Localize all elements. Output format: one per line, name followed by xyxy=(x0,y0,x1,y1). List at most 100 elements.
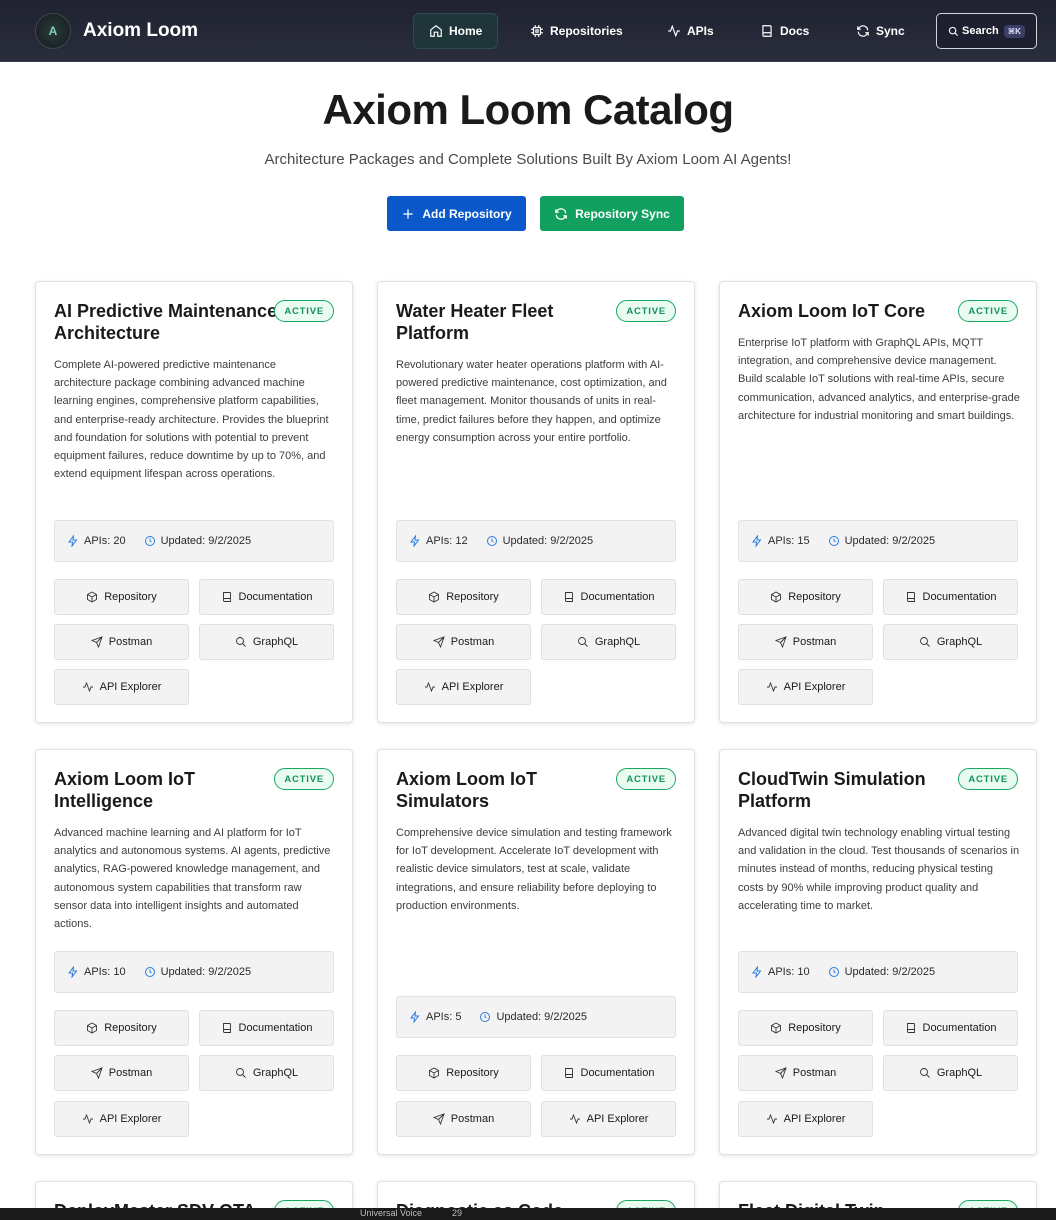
plus-icon xyxy=(403,208,413,219)
add-repository-label: Add Repository xyxy=(422,206,512,221)
api-explorer-button[interactable]: API Explorer xyxy=(541,1101,676,1137)
documentation-button[interactable]: Documentation xyxy=(883,579,1018,615)
nav-home[interactable]: Home xyxy=(413,13,499,49)
activity-icon xyxy=(766,1113,777,1125)
brand[interactable]: A Axiom Loom xyxy=(35,13,198,49)
clock-icon xyxy=(828,536,839,546)
api-explorer-button[interactable]: API Explorer xyxy=(54,1101,189,1137)
graphql-button[interactable]: GraphQL xyxy=(541,624,676,660)
updated-date: Updated: 9/2/2025 xyxy=(828,535,936,547)
nav-sync[interactable]: Sync xyxy=(841,13,920,49)
search-icon xyxy=(235,637,246,647)
repository-button[interactable]: Repository xyxy=(738,579,873,615)
api-count-text: APIs: 10 xyxy=(768,966,810,978)
documentation-button[interactable]: Documentation xyxy=(541,579,676,615)
documentation-button[interactable]: Documentation xyxy=(541,1055,676,1091)
postman-button[interactable]: Postman xyxy=(396,1101,531,1137)
postman-label: Postman xyxy=(450,636,495,648)
postman-label: Postman xyxy=(792,1067,837,1079)
updated-text: Updated: 9/2/2025 xyxy=(160,966,252,978)
postman-button[interactable]: Postman xyxy=(54,624,189,660)
send-icon xyxy=(432,636,445,648)
status-badge: ACTIVE xyxy=(958,300,1018,322)
nav-apis[interactable]: APIs xyxy=(652,13,729,49)
status-badge: ACTIVE xyxy=(274,768,334,790)
repo-card: CloudTwin Simulation Platform ACTIVE Adv… xyxy=(719,749,1037,1155)
api-count-text: APIs: 12 xyxy=(426,535,468,547)
send-icon xyxy=(90,636,103,648)
bottom-overlay-bar xyxy=(0,1208,1056,1220)
search-button[interactable]: Search ⌘K xyxy=(936,13,1037,49)
postman-button[interactable]: Postman xyxy=(54,1055,189,1091)
nav-repositories[interactable]: Repositories xyxy=(515,13,638,49)
repo-card: Water Heater Fleet Platform ACTIVE Revol… xyxy=(377,281,695,723)
repository-label: Repository xyxy=(104,1022,157,1034)
api-count-text: APIs: 5 xyxy=(426,1011,462,1023)
updated-date: Updated: 9/2/2025 xyxy=(486,535,594,547)
api-explorer-button[interactable]: API Explorer xyxy=(396,669,531,705)
card-stats: APIs: 20 Updated: 9/2/2025 xyxy=(54,520,334,562)
status-badge: ACTIVE xyxy=(616,300,676,322)
activity-icon xyxy=(82,1113,93,1125)
updated-text: Updated: 9/2/2025 xyxy=(844,535,936,547)
activity-icon xyxy=(766,681,777,693)
api-count: APIs: 12 xyxy=(409,535,468,547)
repository-label: Repository xyxy=(788,591,841,603)
clock-icon xyxy=(828,967,839,977)
send-icon xyxy=(432,1113,445,1125)
repository-button[interactable]: Repository xyxy=(396,1055,531,1091)
activity-icon xyxy=(668,24,680,38)
repository-button[interactable]: Repository xyxy=(54,1010,189,1046)
api-explorer-button[interactable]: API Explorer xyxy=(738,1101,873,1137)
graphql-button[interactable]: GraphQL xyxy=(199,1055,334,1091)
postman-button[interactable]: Postman xyxy=(396,624,531,660)
activity-icon xyxy=(424,681,435,693)
graphql-label: GraphQL xyxy=(594,636,641,648)
nav-repositories-label: Repositories xyxy=(550,24,623,38)
card-description: Advanced digital twin technology enablin… xyxy=(738,827,1020,912)
api-explorer-button[interactable]: API Explorer xyxy=(54,669,189,705)
bottom-bar-label: Universal Voice xyxy=(360,1208,423,1218)
api-count: APIs: 15 xyxy=(751,535,810,547)
package-icon xyxy=(87,1022,98,1034)
graphql-button[interactable]: GraphQL xyxy=(199,624,334,660)
package-icon xyxy=(429,1067,440,1079)
api-explorer-label: API Explorer xyxy=(99,681,162,693)
search-icon xyxy=(919,637,930,647)
graphql-button[interactable]: GraphQL xyxy=(883,1055,1018,1091)
book-icon xyxy=(906,1023,915,1033)
card-stats: APIs: 10 Updated: 9/2/2025 xyxy=(738,951,1018,993)
postman-button[interactable]: Postman xyxy=(738,624,873,660)
documentation-button[interactable]: Documentation xyxy=(199,579,334,615)
api-count: APIs: 10 xyxy=(751,966,810,978)
card-title: CloudTwin Simulation Platform xyxy=(738,769,926,811)
repository-button[interactable]: Repository xyxy=(396,579,531,615)
repository-button[interactable]: Repository xyxy=(738,1010,873,1046)
repository-button[interactable]: Repository xyxy=(54,579,189,615)
zap-icon xyxy=(68,966,78,978)
zap-icon xyxy=(752,535,762,547)
nav-docs[interactable]: Docs xyxy=(745,13,824,49)
updated-date: Updated: 9/2/2025 xyxy=(144,966,252,978)
page-subtitle: Architecture Packages and Complete Solut… xyxy=(264,151,792,168)
graphql-button[interactable]: GraphQL xyxy=(883,624,1018,660)
page-title: Axiom Loom Catalog xyxy=(322,86,734,133)
card-description: Revolutionary water heater operations pl… xyxy=(396,359,667,444)
add-repository-button[interactable]: Add Repository xyxy=(387,196,526,231)
documentation-button[interactable]: Documentation xyxy=(883,1010,1018,1046)
repository-sync-button[interactable]: Repository Sync xyxy=(540,196,684,231)
updated-text: Updated: 9/2/2025 xyxy=(502,535,594,547)
refresh-icon xyxy=(857,25,869,37)
nav-docs-label: Docs xyxy=(780,24,810,38)
api-explorer-button[interactable]: API Explorer xyxy=(738,669,873,705)
graphql-label: GraphQL xyxy=(936,1067,983,1079)
card-description: Complete AI-powered predictive maintenan… xyxy=(54,359,329,481)
book-icon xyxy=(762,25,772,37)
card-title: Axiom Loom IoT Core xyxy=(738,301,926,321)
api-explorer-label: API Explorer xyxy=(441,681,504,693)
api-explorer-label: API Explorer xyxy=(783,681,846,693)
logo-icon: A xyxy=(35,13,71,49)
zap-icon xyxy=(752,966,762,978)
documentation-button[interactable]: Documentation xyxy=(199,1010,334,1046)
postman-button[interactable]: Postman xyxy=(738,1055,873,1091)
